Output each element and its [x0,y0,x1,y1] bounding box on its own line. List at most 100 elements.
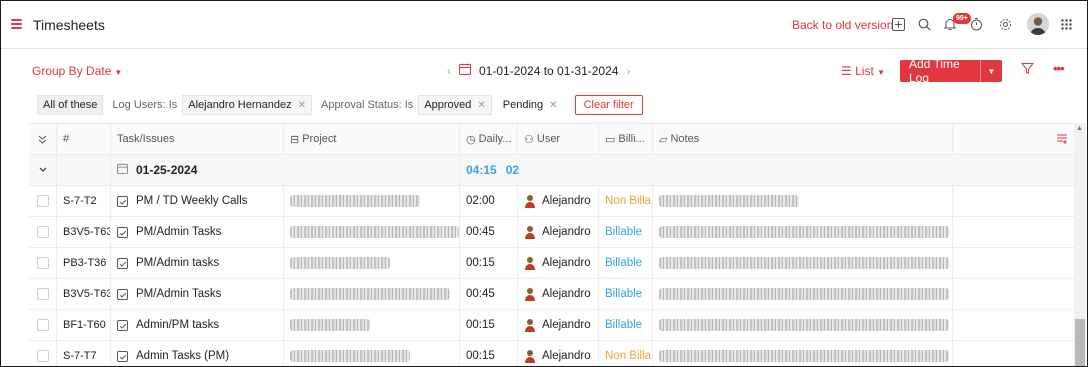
row-task-label: Admin Tasks (PM) [136,350,230,362]
row-task[interactable]: PM/Admin tasks [111,248,284,278]
row-billing-status[interactable]: Billable [599,310,653,340]
row-user: Alejandro [518,248,599,278]
row-user: Alejandro [518,217,599,247]
approved-filter-chip[interactable]: Approved ✕ [418,95,492,115]
more-options-icon[interactable]: ••• [1053,61,1065,76]
view-mode-dropdown[interactable]: ☰ List ▼ [841,64,885,78]
row-checkbox-cell [29,279,57,309]
column-header-project[interactable]: ⊟ Project [284,124,460,154]
user-avatar[interactable] [1027,13,1049,35]
add-time-log-button[interactable]: Add Time Log ▼ [900,57,1002,85]
row-checkbox[interactable] [36,350,49,362]
row-daily-hours[interactable]: 00:45 [460,279,518,309]
search-icon[interactable] [915,15,933,33]
table-row[interactable]: PB3-T36 PM/Admin tasks 00:15 Alejandro Billa… [29,248,1074,279]
row-checkbox[interactable] [36,319,49,331]
column-header-user[interactable]: ⚇ User [518,124,599,154]
row-id[interactable]: BF1-T60 [57,310,111,340]
row-daily-hours[interactable]: 00:15 [460,310,518,340]
pending-filter-chip[interactable]: Pending ✕ [498,95,563,115]
row-billing-status[interactable]: Billable [599,279,653,309]
log-users-filter-chip[interactable]: Alejandro Hernandez ✕ [182,95,312,115]
app-title: Timesheets [33,17,105,33]
task-icon [117,350,128,362]
table-row[interactable]: BF1-T60 Admin/PM tasks 00:15 Alejandro Billa… [29,310,1074,341]
row-task[interactable]: Admin Tasks (PM) [111,341,284,366]
next-period-icon[interactable]: › [626,64,630,78]
filter-icon[interactable] [1020,62,1035,78]
row-daily-hours[interactable]: 00:45 [460,217,518,247]
row-user: Alejandro [518,186,599,216]
table-row[interactable]: B3V5-T63 PM/Admin Tasks 00:45 Alejandro Bill… [29,279,1074,310]
filter-scope-chip[interactable]: All of these [37,95,104,115]
column-settings-icon[interactable] [953,124,1074,154]
row-notes-redacted [653,248,953,278]
back-to-old-version-link[interactable]: Back to old version [792,18,893,32]
group-empty-cell [57,155,111,185]
row-id[interactable]: B3V5-T63 [57,217,111,247]
calendar-icon[interactable] [459,63,471,78]
row-id[interactable]: S-7-T7 [57,341,111,366]
row-project-redacted [284,341,460,366]
row-billing-status[interactable]: Billable [599,217,653,247]
row-task[interactable]: Admin/PM tasks [111,310,284,340]
clock-icon: ◷ [466,133,476,146]
add-square-icon[interactable] [889,15,907,33]
timer-icon[interactable] [967,15,985,33]
column-header-task[interactable]: Task/Issues [111,124,284,154]
column-header-number[interactable]: # [57,124,111,154]
collapse-group-chevron-icon[interactable] [29,155,57,185]
clear-filter-button[interactable]: Clear filter [574,95,643,115]
scroll-up-arrow-icon[interactable]: ▲ [1076,125,1083,132]
top-bar: Timesheets Back to old version 99+ [1,1,1087,49]
table-row[interactable]: B3V5-T63 PM/Admin Tasks 00:45 Alejandro Bill… [29,217,1074,248]
settings-icon[interactable] [996,15,1014,33]
row-checkbox[interactable] [36,226,49,238]
row-user: Alejandro [518,279,599,309]
row-task[interactable]: PM / TD Weekly Calls [111,186,284,216]
row-billing-status[interactable]: Non Billa [599,186,653,216]
row-id[interactable]: S-7-T2 [57,186,111,216]
row-daily-hours[interactable]: 02:00 [460,186,518,216]
remove-filter-icon[interactable]: ✕ [549,100,557,111]
apps-grid-icon[interactable] [1057,15,1075,33]
row-checkbox[interactable] [36,257,49,269]
row-task[interactable]: PM/Admin Tasks [111,217,284,247]
filter-bar: All of these Log Users: Is Alejandro Her… [37,95,643,115]
row-billing-status[interactable]: Non Billa [599,341,653,366]
row-user-name: Alejandro [542,226,591,238]
table-row[interactable]: S-7-T2 PM / TD Weekly Calls 02:00 Alejandro… [29,186,1074,217]
group-by-dropdown[interactable]: Group By Date ▼ [32,64,122,78]
scrollbar-thumb[interactable] [1075,319,1085,366]
row-task[interactable]: PM/Admin Tasks [111,279,284,309]
row-checkbox-cell [29,341,57,366]
table-header-row: # Task/Issues ⊟ Project ◷ Daily... ⚇ User ▭… [29,124,1074,155]
row-id[interactable]: B3V5-T63 [57,279,111,309]
row-checkbox[interactable] [36,195,49,207]
remove-filter-icon[interactable]: ✕ [477,100,485,111]
column-header-daily[interactable]: ◷ Daily... [460,124,518,154]
collapse-all-icon[interactable] [29,124,57,154]
remove-filter-icon[interactable]: ✕ [298,100,306,111]
table-row[interactable]: S-7-T7 Admin Tasks (PM) 00:15 Alejandro Non … [29,341,1074,366]
date-range[interactable]: 01-01-2024 to 01-31-2024 [479,64,618,78]
row-empty-cell [953,279,1074,309]
row-daily-hours[interactable]: 00:15 [460,341,518,366]
row-id[interactable]: PB3-T36 [57,248,111,278]
previous-period-icon[interactable]: ‹ [447,64,451,78]
group-date-label: 01-25-2024 [136,163,198,177]
row-billing-status[interactable]: Billable [599,248,653,278]
row-project-redacted [284,279,460,309]
row-daily-hours[interactable]: 00:15 [460,248,518,278]
user-icon: ⚇ [524,133,534,146]
column-header-daily-label: Daily... [478,133,512,145]
column-header-notes[interactable]: ▱ Notes [653,124,953,154]
pending-value: Pending [502,99,544,111]
row-checkbox[interactable] [36,288,49,300]
hamburger-menu-icon[interactable] [11,19,22,29]
add-options-chevron-icon[interactable]: ▼ [980,60,1002,82]
column-header-billing[interactable]: ▭ Billi... [599,124,653,154]
user-avatar-icon [525,350,535,363]
project-icon: ⊟ [290,133,300,146]
task-icon [117,226,128,238]
